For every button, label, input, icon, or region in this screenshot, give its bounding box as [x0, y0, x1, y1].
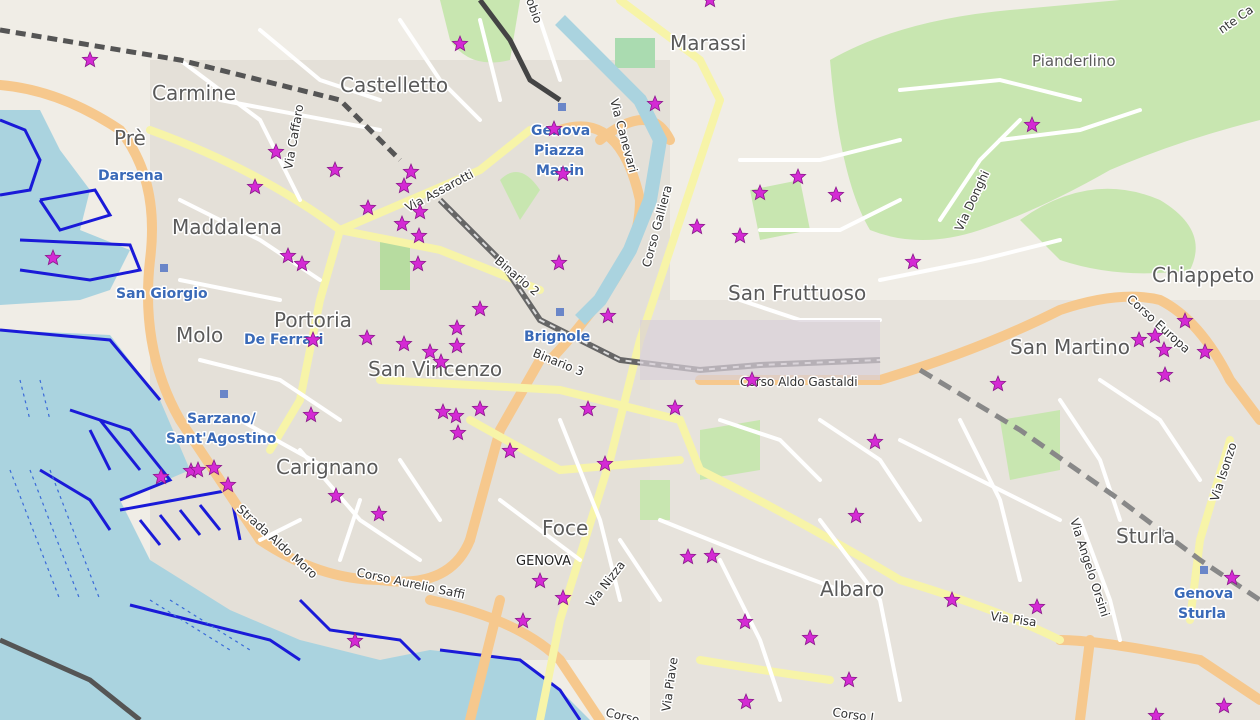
pitch [615, 38, 655, 68]
label-brignole: Brignole [524, 329, 590, 345]
label-san-martino: San Martino [1010, 335, 1130, 359]
label-castelletto: Castelletto [340, 73, 448, 97]
label-foce: Foce [542, 516, 588, 540]
label-san-fruttuoso: San Fruttuoso [728, 281, 866, 305]
label-sarzano-1: Sarzano/ [187, 411, 257, 427]
label-piazza-manin-2: Piazza [534, 143, 584, 159]
label-albaro: Albaro [820, 577, 884, 601]
station-icon [220, 390, 228, 398]
station-icon [160, 264, 168, 272]
station-icon [1200, 566, 1208, 574]
label-pianderlino: Pianderlino [1032, 52, 1116, 70]
label-molo: Molo [176, 323, 223, 347]
label-chiappeto: Chiappeto [1152, 263, 1254, 287]
label-piazza-manin-1: Genova [531, 123, 590, 139]
map-canvas[interactable]: Marassi Pianderlino Carmine Castelletto … [0, 0, 1260, 720]
label-pre: Prè [114, 126, 146, 150]
label-darsena: Darsena [98, 168, 163, 184]
label-portoria: Portoria [274, 308, 352, 332]
rail-yard [640, 320, 880, 380]
label-carignano: Carignano [276, 455, 379, 479]
label-marassi: Marassi [670, 31, 746, 55]
station-icon [556, 308, 564, 316]
label-carmine: Carmine [152, 81, 236, 105]
label-sarzano-2: Sant'Agostino [166, 431, 277, 447]
label-maddalena: Maddalena [172, 215, 282, 239]
label-genova-sturla-2: Sturla [1178, 606, 1226, 622]
label-san-giorgio: San Giorgio [116, 286, 208, 302]
label-genova: GENOVA [516, 554, 571, 569]
station-icon [558, 103, 566, 111]
label-genova-sturla-1: Genova [1174, 586, 1233, 602]
label-sturla: Sturla [1116, 524, 1175, 548]
